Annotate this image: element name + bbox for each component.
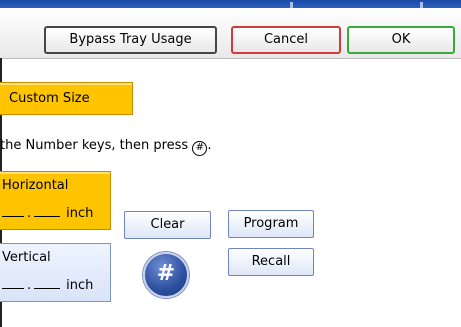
vertical-separator: . xyxy=(27,278,32,293)
vertical-fraction-blank xyxy=(34,276,61,289)
horizontal-field[interactable]: Horizontal . inch xyxy=(0,171,111,230)
vertical-integer-blank xyxy=(2,276,24,289)
recall-button[interactable]: Recall xyxy=(228,248,314,276)
left-frame xyxy=(0,58,2,82)
horizontal-entry: . inch xyxy=(2,204,93,221)
bypass-tray-usage-button[interactable]: Bypass Tray Usage xyxy=(44,26,217,54)
header-bar xyxy=(0,0,461,8)
hash-symbol-icon: # xyxy=(192,141,208,156)
horizontal-unit: inch xyxy=(66,206,94,221)
vertical-label: Vertical xyxy=(2,250,51,265)
horizontal-separator: . xyxy=(27,206,32,221)
toolbar: Bypass Tray Usage Cancel OK xyxy=(0,8,461,59)
program-button[interactable]: Program xyxy=(228,210,314,238)
vertical-unit: inch xyxy=(66,278,94,293)
horizontal-label: Horizontal xyxy=(2,178,69,193)
hash-enter-button[interactable]: # xyxy=(143,252,189,298)
vertical-field[interactable]: Vertical . inch xyxy=(0,243,111,302)
instruction-label: the Number keys, then press xyxy=(0,138,189,153)
cancel-button[interactable]: Cancel xyxy=(231,26,341,54)
ok-button[interactable]: OK xyxy=(347,26,455,54)
instruction-text: the Number keys, then press #. xyxy=(0,137,211,156)
vertical-entry: . inch xyxy=(2,276,93,293)
custom-size-button[interactable]: Custom Size xyxy=(0,82,133,115)
horizontal-integer-blank xyxy=(2,204,24,217)
horizontal-fraction-blank xyxy=(34,204,61,217)
clear-button[interactable]: Clear xyxy=(124,211,211,239)
instruction-end: . xyxy=(207,138,212,153)
